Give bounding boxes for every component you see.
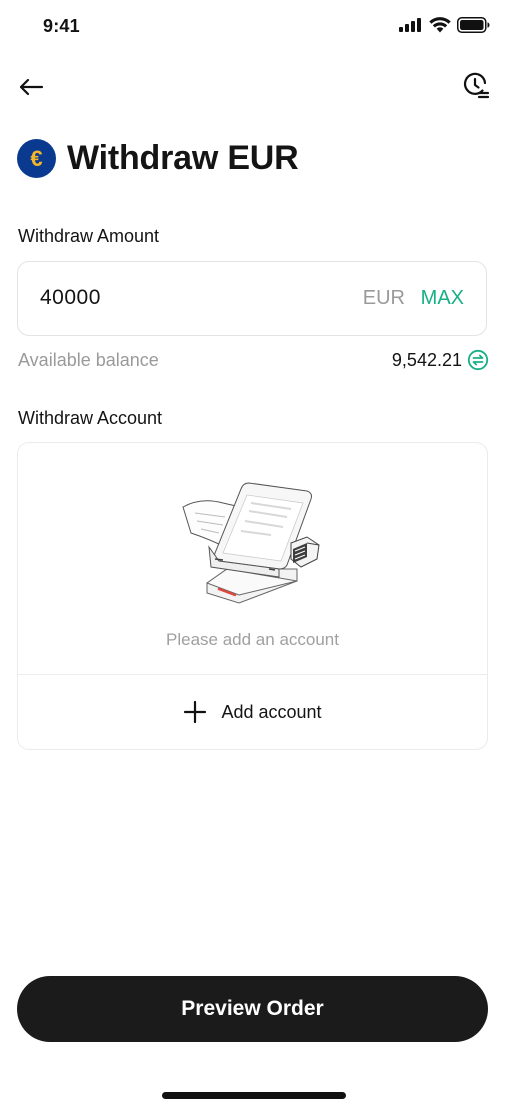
preview-order-button[interactable]: Preview Order bbox=[17, 976, 488, 1042]
title-row: € Withdraw EUR bbox=[17, 139, 299, 178]
eur-coin-symbol: € bbox=[30, 145, 43, 171]
back-arrow-icon bbox=[19, 78, 44, 96]
back-button[interactable] bbox=[14, 70, 48, 104]
status-icons bbox=[399, 17, 490, 33]
available-balance-value: 9,542.21 bbox=[391, 349, 462, 370]
history-icon bbox=[463, 72, 490, 99]
amount-input[interactable]: 40000 EUR MAX bbox=[17, 261, 487, 336]
max-button[interactable]: MAX bbox=[421, 287, 464, 310]
eur-coin-icon: € bbox=[17, 139, 56, 178]
add-account-button[interactable]: Add account bbox=[18, 675, 487, 749]
history-button[interactable] bbox=[459, 69, 493, 103]
swap-circle-icon[interactable] bbox=[467, 349, 489, 371]
wifi-icon bbox=[429, 17, 451, 33]
home-indicator bbox=[162, 1092, 346, 1099]
status-time: 9:41 bbox=[43, 16, 80, 36]
battery-icon bbox=[457, 17, 490, 33]
signal-icon bbox=[399, 18, 421, 32]
wallet-illustration bbox=[182, 482, 320, 604]
withdraw-account-label: Withdraw Account bbox=[18, 408, 163, 428]
amount-currency: EUR bbox=[362, 287, 405, 309]
add-account-label: Add account bbox=[221, 701, 322, 722]
plus-icon bbox=[184, 700, 207, 724]
amount-value[interactable]: 40000 bbox=[40, 286, 101, 310]
available-balance-label: Available balance bbox=[18, 350, 159, 370]
preview-order-label: Preview Order bbox=[181, 997, 324, 1020]
withdraw-amount-label: Withdraw Amount bbox=[18, 226, 160, 246]
page-title: Withdraw EUR bbox=[67, 139, 299, 177]
empty-account-text: Please add an account bbox=[166, 630, 339, 649]
status-bar: 9:41 bbox=[0, 0, 507, 56]
available-balance: 9,542.21 bbox=[392, 349, 489, 371]
account-card: Please add an account Add account bbox=[17, 442, 488, 750]
